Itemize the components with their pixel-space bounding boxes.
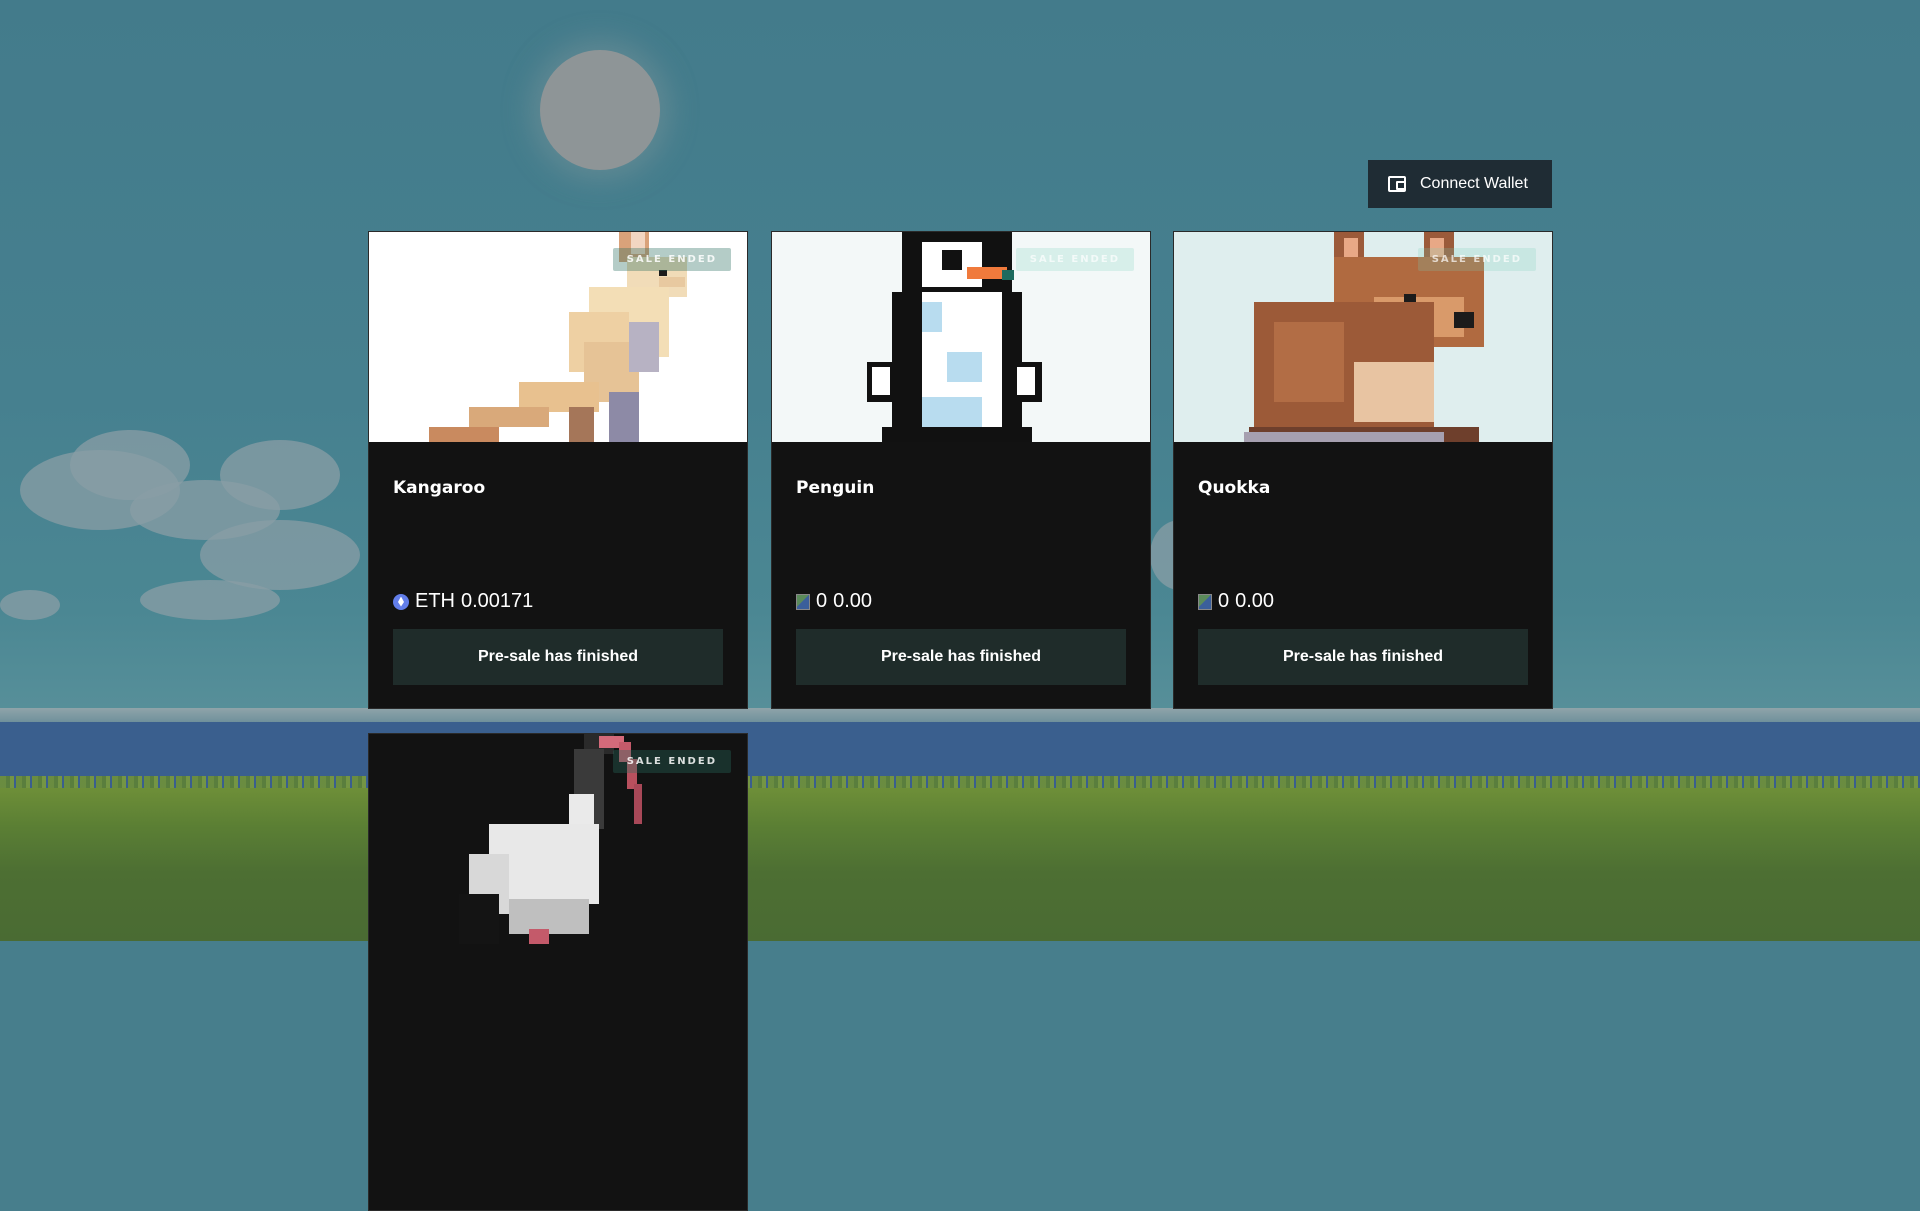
presale-finished-button[interactable]: Pre-sale has finished [1198,629,1528,685]
connect-wallet-label: Connect Wallet [1420,175,1528,192]
sale-ended-badge: SALE ENDED [1015,248,1134,271]
price-currency: 0 [816,590,828,612]
card-body: Penguin 0 0.00 Pre-sale has finished [772,442,1150,708]
broken-image-icon [796,593,810,610]
sale-ended-badge: SALE ENDED [1417,248,1536,271]
card-title: Penguin [796,478,875,498]
card-title: Quokka [1198,478,1271,498]
price-value: 0.00171 [461,590,534,612]
card-image: SALE ENDED [369,232,747,442]
card-body: Kangaroo ETH 0.00171 Pre-sale has finish… [369,442,747,708]
price-row: 0 0.00 [1198,590,1274,613]
card-image: SALE ENDED [1174,232,1552,442]
broken-image-icon [1198,593,1212,610]
sun [540,50,660,170]
sale-ended-badge: SALE ENDED [612,248,731,271]
cloud [220,440,340,510]
presale-finished-button[interactable]: Pre-sale has finished [393,629,723,685]
cloud [140,580,280,620]
nft-card-quokka: SALE ENDED Quokka 0 0.00 Pre-sale has fi… [1173,231,1553,709]
price-currency: 0 [1218,590,1230,612]
card-image: SALE ENDED [369,734,747,944]
cloud [0,590,60,620]
grass [0,788,1920,941]
price-value: 0.00 [1235,590,1275,612]
nft-card-ibis: SALE ENDED [368,733,748,1211]
price-row: 0 0.00 [796,590,872,613]
card-image: SALE ENDED [772,232,1150,442]
card-title: Kangaroo [393,478,486,498]
nft-card-penguin: SALE ENDED Penguin 0 0.00 Pre-sale has f… [771,231,1151,709]
price-currency: ETH [415,590,455,612]
wallet-icon [1388,176,1406,192]
nft-card-kangaroo: SALE ENDED Kangaroo ETH 0.00171 Pre-sale… [368,231,748,709]
price-value: 0.00 [833,590,873,612]
connect-wallet-button[interactable]: Connect Wallet [1368,160,1552,208]
card-body: Quokka 0 0.00 Pre-sale has finished [1174,442,1552,708]
ethereum-icon [393,593,409,610]
price-row: ETH 0.00171 [393,590,533,613]
sale-ended-badge: SALE ENDED [612,750,731,773]
presale-finished-button[interactable]: Pre-sale has finished [796,629,1126,685]
